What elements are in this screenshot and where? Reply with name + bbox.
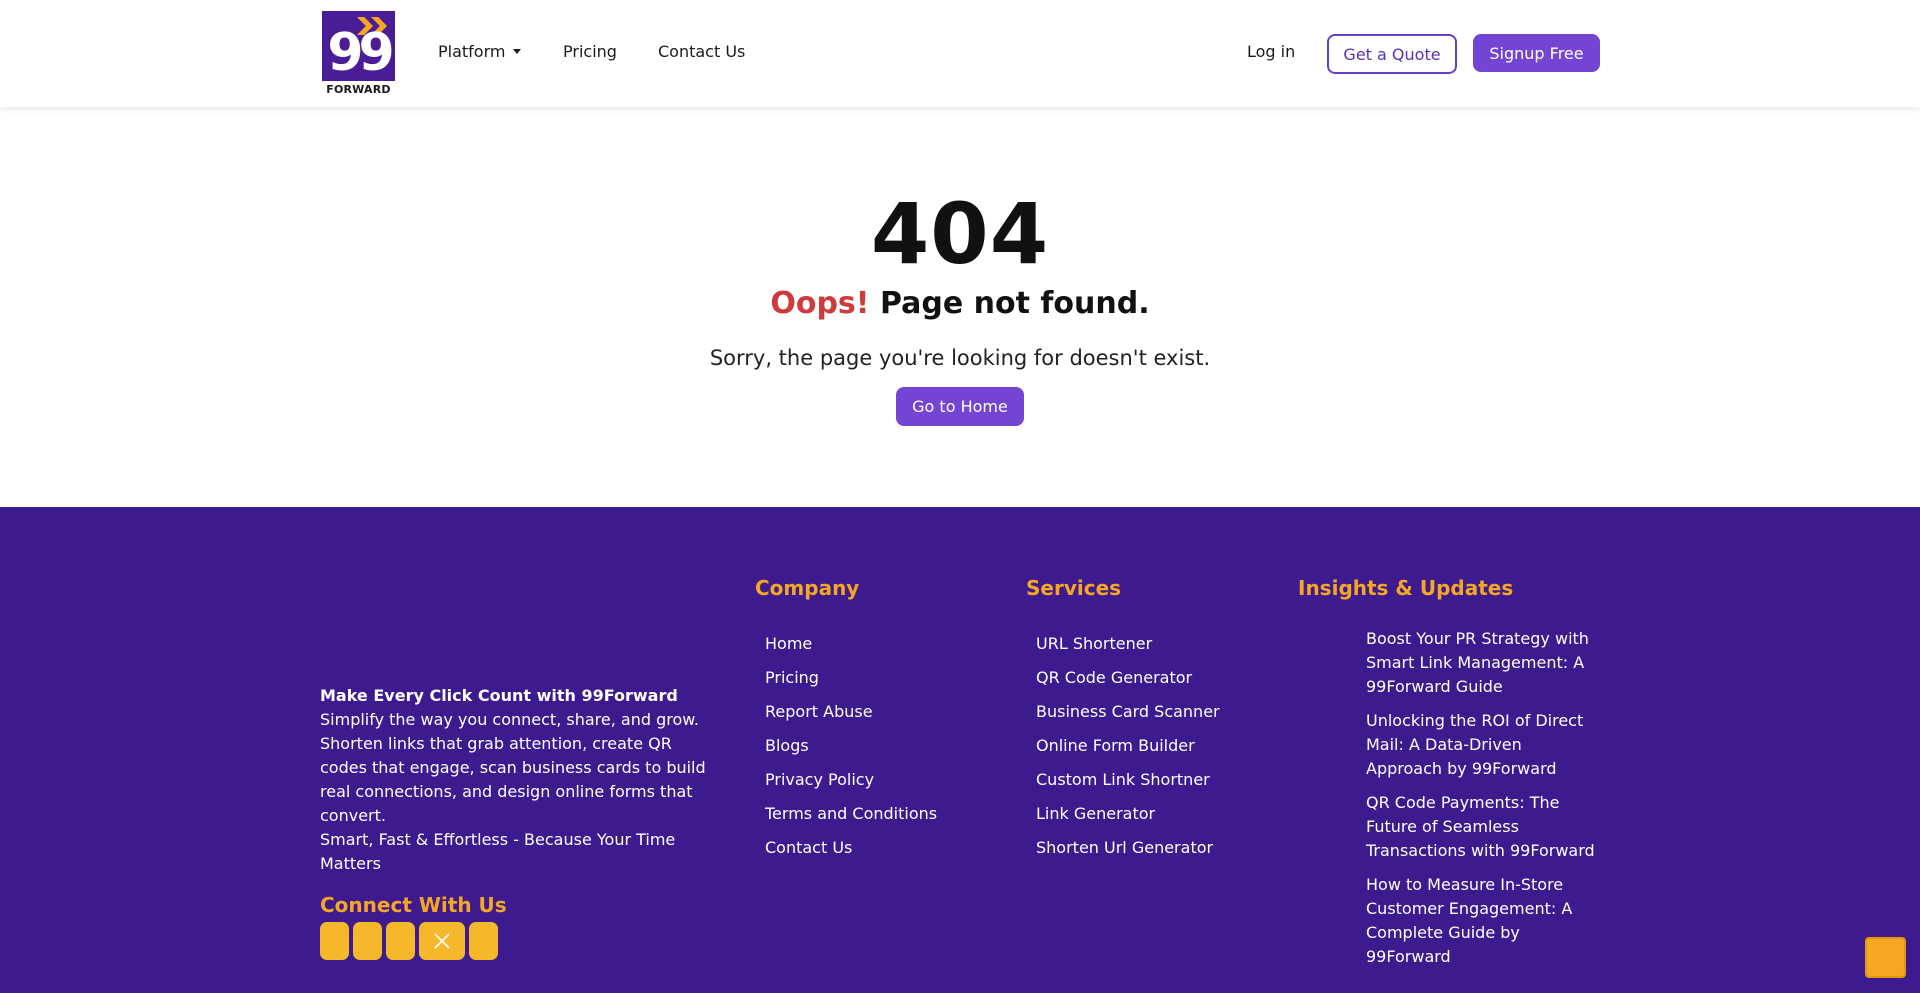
blog-link[interactable]: Boost Your PR Strategy with Smart Link M… bbox=[1366, 627, 1596, 699]
logo-number: 99 bbox=[327, 23, 394, 83]
logo-wordmark: FORWARD bbox=[326, 83, 391, 96]
footer-link-qr-code-generator[interactable]: QR Code Generator bbox=[1036, 661, 1220, 695]
error-message: Sorry, the page you're looking for doesn… bbox=[709, 346, 1211, 370]
nav-pricing[interactable]: Pricing bbox=[563, 42, 617, 61]
blog-link[interactable]: How to Measure In-Store Customer Engagem… bbox=[1366, 873, 1596, 969]
get-quote-button[interactable]: Get a Quote bbox=[1327, 34, 1457, 74]
facebook-icon[interactable] bbox=[320, 922, 349, 960]
login-link[interactable]: Log in bbox=[1247, 42, 1295, 61]
linkedin-icon[interactable] bbox=[386, 922, 415, 960]
company-heading: Company bbox=[755, 576, 860, 600]
services-links: URL Shortener QR Code Generator Business… bbox=[1036, 627, 1220, 865]
x-twitter-icon[interactable] bbox=[419, 922, 465, 960]
footer-tagline: Make Every Click Count with 99Forward bbox=[320, 686, 678, 705]
insights-heading: Insights & Updates bbox=[1298, 576, 1514, 600]
footer-link-business-card-scanner[interactable]: Business Card Scanner bbox=[1036, 695, 1220, 729]
connect-with-us-heading: Connect With Us bbox=[320, 893, 507, 917]
blog-link[interactable]: QR Code Payments: The Future of Seamless… bbox=[1366, 791, 1596, 863]
footer-link-custom-link-shortner[interactable]: Custom Link Shortner bbox=[1036, 763, 1220, 797]
footer-link-contact-us[interactable]: Contact Us bbox=[765, 831, 937, 865]
x-logo-glyph bbox=[434, 933, 450, 949]
caret-down-icon bbox=[513, 49, 522, 54]
youtube-icon[interactable] bbox=[469, 922, 498, 960]
blog-link[interactable]: Unlocking the ROI of Direct Mail: A Data… bbox=[1366, 709, 1596, 781]
services-heading: Services bbox=[1026, 576, 1122, 600]
go-to-home-button[interactable]: Go to Home bbox=[896, 387, 1024, 426]
insights-links: Boost Your PR Strategy with Smart Link M… bbox=[1366, 627, 1596, 979]
footer-link-url-shortener[interactable]: URL Shortener bbox=[1036, 627, 1220, 661]
oops-text: Oops! bbox=[770, 286, 870, 321]
signup-free-button[interactable]: Signup Free bbox=[1473, 34, 1600, 72]
site-header: 99 FORWARD Platform Pricing Contact Us L… bbox=[0, 0, 1920, 107]
footer-link-online-form-builder[interactable]: Online Form Builder bbox=[1036, 729, 1220, 763]
social-links bbox=[320, 922, 498, 960]
error-heading: Oops! Page not found. bbox=[0, 284, 1920, 324]
site-footer: Make Every Click Count with 99Forward Si… bbox=[0, 507, 1920, 993]
footer-description: Simplify the way you connect, share, and… bbox=[320, 710, 706, 825]
company-links: Home Pricing Report Abuse Blogs Privacy … bbox=[765, 627, 937, 865]
footer-link-report-abuse[interactable]: Report Abuse bbox=[765, 695, 937, 729]
footer-link-pricing[interactable]: Pricing bbox=[765, 661, 937, 695]
footer-link-shorten-url-generator[interactable]: Shorten Url Generator bbox=[1036, 831, 1220, 865]
footer-link-blogs[interactable]: Blogs bbox=[765, 729, 937, 763]
footer-link-terms[interactable]: Terms and Conditions bbox=[765, 797, 937, 831]
nav-platform-dropdown[interactable]: Platform bbox=[438, 42, 522, 61]
chat-widget-button[interactable] bbox=[1865, 937, 1906, 978]
footer-link-home[interactable]: Home bbox=[765, 627, 937, 661]
nav-contact-us[interactable]: Contact Us bbox=[658, 42, 745, 61]
footer-link-privacy-policy[interactable]: Privacy Policy bbox=[765, 763, 937, 797]
logo-mark: 99 bbox=[322, 11, 395, 83]
nav-platform-label: Platform bbox=[438, 42, 506, 61]
error-code: 404 bbox=[870, 185, 1050, 283]
logo-link[interactable]: 99 FORWARD bbox=[322, 11, 395, 96]
footer-motto: Smart, Fast & Effortless - Because Your … bbox=[320, 830, 676, 873]
instagram-icon[interactable] bbox=[353, 922, 382, 960]
page-not-found-text: Page not found. bbox=[879, 286, 1150, 321]
footer-link-link-generator[interactable]: Link Generator bbox=[1036, 797, 1220, 831]
